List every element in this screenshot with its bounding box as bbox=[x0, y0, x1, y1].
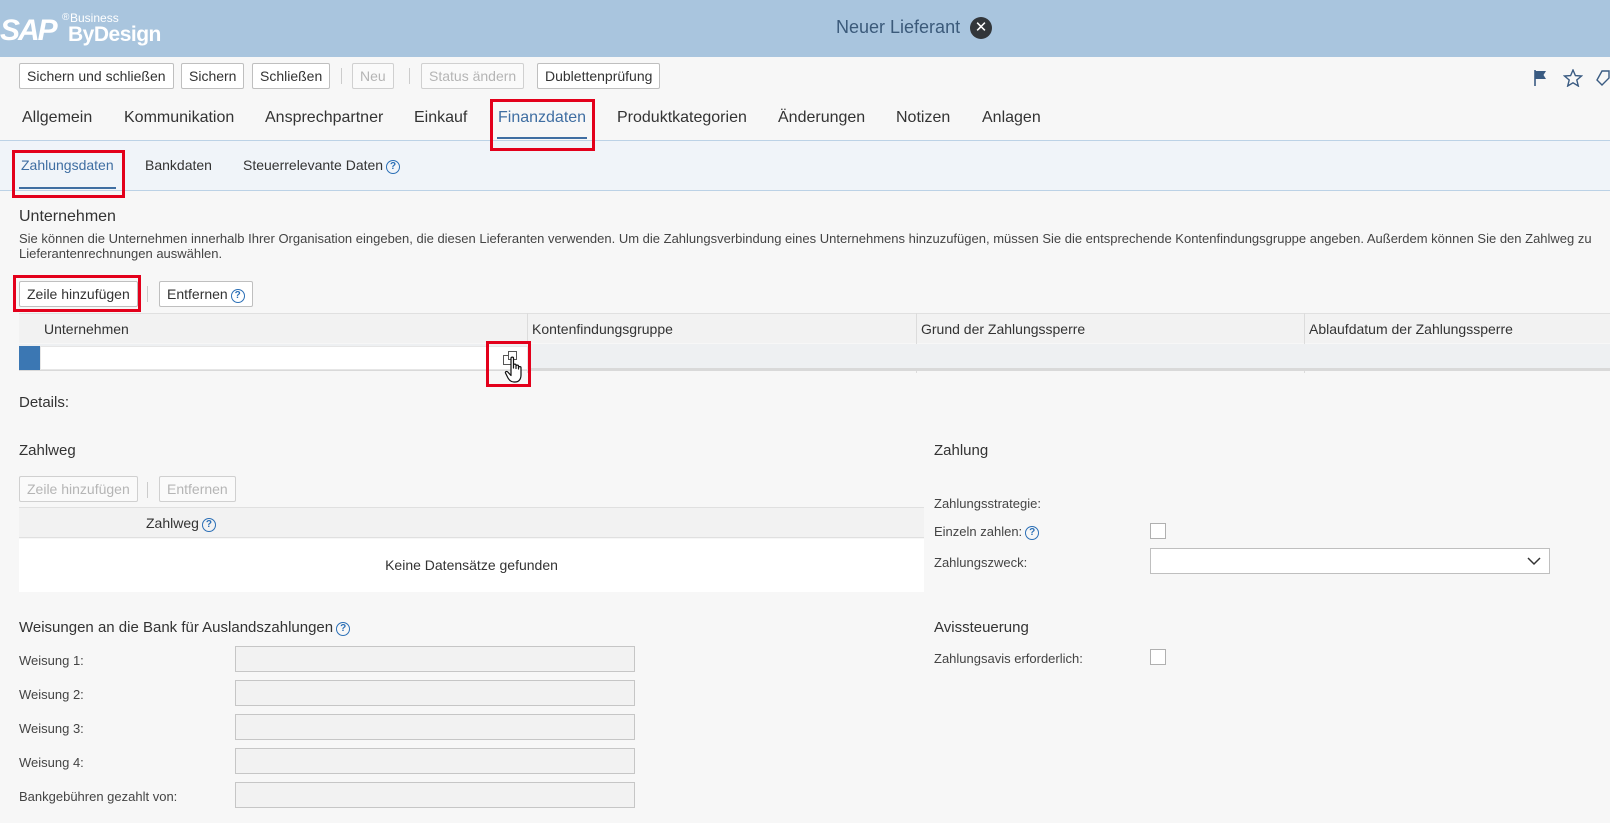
description-line-2: Lieferantenrechnungen auswählen. bbox=[19, 246, 223, 261]
remove-button[interactable]: Entfernen? bbox=[159, 281, 253, 307]
instruction-2-field[interactable] bbox=[235, 680, 635, 706]
column-header-grund-zahlungssperre[interactable]: Grund der Zahlungssperre bbox=[921, 321, 1085, 337]
toolbar-separator bbox=[341, 68, 342, 84]
subtab-zahlungsdaten[interactable]: Zahlungsdaten bbox=[21, 157, 114, 173]
column-header-zahlweg-label: Zahlweg bbox=[146, 515, 199, 531]
hand-cursor-icon bbox=[504, 356, 522, 383]
help-icon[interactable]: ? bbox=[201, 518, 216, 532]
payment-advice-checkbox[interactable] bbox=[1150, 649, 1166, 665]
remove-button-label: Entfernen bbox=[167, 286, 228, 302]
bank-instructions-title-text: Weisungen an die Bank für Auslandszahlun… bbox=[19, 619, 334, 636]
active-subtab-indicator bbox=[19, 187, 116, 189]
save-and-close-button[interactable]: Sichern und schließen bbox=[19, 63, 174, 89]
tab-allgemein[interactable]: Allgemein bbox=[22, 109, 92, 127]
tab-notizen[interactable]: Notizen bbox=[896, 109, 950, 127]
close-window-icon[interactable]: ✕ bbox=[970, 17, 992, 39]
unternehmen-input[interactable] bbox=[40, 346, 528, 370]
column-header-ablaufdatum-zahlungssperre[interactable]: Ablaufdatum der Zahlungssperre bbox=[1309, 321, 1513, 337]
save-button[interactable]: Sichern bbox=[181, 63, 245, 89]
bank-fees-field[interactable] bbox=[235, 782, 635, 808]
tab-finanzdaten[interactable]: Finanzdaten bbox=[498, 109, 586, 127]
bank-instructions-title: Weisungen an die Bank für Auslandszahlun… bbox=[19, 619, 351, 636]
instruction-1-field[interactable] bbox=[235, 646, 635, 672]
logo-registered-mark: ® bbox=[62, 12, 70, 23]
main-tab-bar: Allgemein Kommunikation Ansprechpartner … bbox=[0, 97, 1610, 141]
button-separator bbox=[147, 482, 148, 498]
window-title: Neuer Lieferant bbox=[836, 17, 961, 37]
single-payment-checkbox[interactable] bbox=[1150, 523, 1166, 539]
bank-fees-label: Bankgebühren gezahlt von: bbox=[19, 789, 178, 804]
duplicate-check-button[interactable]: Dublettenprüfung bbox=[537, 63, 661, 89]
company-table-header: Unternehmen Kontenfindungsgruppe Grund d… bbox=[19, 313, 1610, 343]
logo-bydesign-text: ByDesign bbox=[68, 23, 161, 46]
column-header-unternehmen[interactable]: Unternehmen bbox=[44, 321, 129, 337]
zahlweg-add-row-button[interactable]: Zeile hinzufügen bbox=[19, 476, 138, 502]
zahlweg-table-header: Zahlweg? bbox=[19, 507, 924, 538]
instruction-2-label: Weisung 2: bbox=[19, 687, 84, 702]
company-section-title: Unternehmen bbox=[19, 208, 116, 225]
column-header-kontenfindungsgruppe[interactable]: Kontenfindungsgruppe bbox=[532, 321, 673, 337]
help-icon[interactable]: ? bbox=[230, 289, 245, 303]
toolbar-separator bbox=[409, 68, 410, 84]
help-icon[interactable]: ? bbox=[1025, 526, 1040, 540]
payment-advice-label: Zahlungsavis erforderlich: bbox=[934, 651, 1083, 666]
instruction-1-label: Weisung 1: bbox=[19, 653, 84, 668]
flag-icon[interactable] bbox=[1533, 69, 1549, 87]
logo-sap-text: SAP bbox=[0, 14, 58, 47]
subtab-steuerrelevante-label: Steuerrelevante Daten bbox=[243, 157, 384, 173]
payment-strategy-label: Zahlungsstrategie: bbox=[934, 496, 1041, 511]
avis-section-title: Avissteuerung bbox=[934, 619, 1029, 636]
single-payment-label: Einzeln zahlen:? bbox=[934, 524, 1040, 540]
subtab-steuerrelevante-daten[interactable]: Steuerrelevante Daten? bbox=[243, 157, 401, 174]
help-icon[interactable]: ? bbox=[386, 160, 401, 174]
new-button[interactable]: Neu bbox=[352, 63, 394, 89]
details-title: Details: bbox=[19, 394, 70, 411]
company-section-description: Sie können die Unternehmen innerhalb Ihr… bbox=[19, 231, 1610, 261]
zahlweg-section-title: Zahlweg bbox=[19, 442, 76, 459]
sub-tab-bar: Zahlungsdaten Bankdaten Steuerrelevante … bbox=[0, 141, 1610, 191]
active-tab-indicator bbox=[497, 137, 587, 139]
payment-purpose-select[interactable] bbox=[1150, 548, 1550, 574]
chevron-down-icon bbox=[1527, 557, 1541, 566]
instruction-4-label: Weisung 4: bbox=[19, 755, 84, 770]
sap-bydesign-logo: SAP ® Business ByDesign bbox=[0, 8, 170, 48]
single-payment-label-text: Einzeln zahlen: bbox=[934, 524, 1023, 539]
instruction-3-label: Weisung 3: bbox=[19, 721, 84, 736]
zahlweg-table-body: Keine Datensätze gefunden bbox=[19, 539, 924, 592]
description-line-1: Sie können die Unternehmen innerhalb Ihr… bbox=[19, 231, 1592, 246]
subtab-bankdaten[interactable]: Bankdaten bbox=[145, 157, 212, 173]
shell-header: SAP ® Business ByDesign Neuer Lieferant … bbox=[0, 0, 1610, 57]
add-row-button[interactable]: Zeile hinzufügen bbox=[19, 281, 138, 307]
row-selection-marker[interactable] bbox=[19, 346, 40, 370]
tab-einkauf[interactable]: Einkauf bbox=[414, 109, 467, 127]
tab-aenderungen[interactable]: Änderungen bbox=[778, 109, 865, 127]
close-button[interactable]: Schließen bbox=[252, 63, 331, 89]
payment-purpose-label: Zahlungszweck: bbox=[934, 555, 1028, 570]
instruction-3-field[interactable] bbox=[235, 714, 635, 740]
change-status-button[interactable]: Status ändern bbox=[421, 63, 525, 89]
column-header-zahlweg[interactable]: Zahlweg? bbox=[146, 515, 216, 532]
tab-kommunikation[interactable]: Kommunikation bbox=[124, 109, 234, 127]
tab-produktkategorien[interactable]: Produktkategorien bbox=[617, 109, 747, 127]
button-separator bbox=[147, 286, 148, 302]
star-icon[interactable] bbox=[1563, 69, 1583, 87]
no-records-message: Keine Datensätze gefunden bbox=[385, 557, 558, 573]
instruction-4-field[interactable] bbox=[235, 748, 635, 774]
zahlweg-remove-button[interactable]: Entfernen bbox=[159, 476, 236, 502]
toolbar: Sichern und schließen Sichern Schließen … bbox=[0, 57, 1610, 97]
tab-anlagen[interactable]: Anlagen bbox=[982, 109, 1041, 127]
zahlung-section-title: Zahlung bbox=[934, 442, 989, 459]
tag-icon[interactable] bbox=[1596, 69, 1610, 87]
help-icon[interactable]: ? bbox=[336, 622, 351, 636]
tab-ansprechpartner[interactable]: Ansprechpartner bbox=[265, 109, 383, 127]
